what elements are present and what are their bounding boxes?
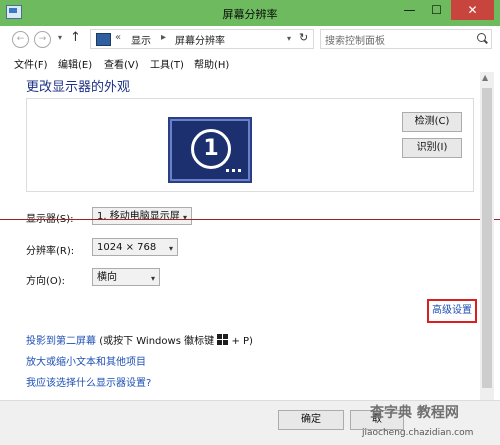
monitor-1-icon[interactable]: 1 [168, 117, 252, 183]
scroll-up-icon[interactable]: ▲ [482, 73, 488, 82]
detect-button[interactable]: 检测(C) [402, 112, 462, 132]
minimize-button[interactable]: — [396, 0, 423, 20]
chevron-down-icon: ▾ [168, 244, 173, 253]
search-icon[interactable] [477, 33, 486, 42]
menu-file[interactable]: 文件(F) [14, 56, 48, 71]
project-second-screen-row: 投影到第二屏幕 (或按下 Windows 徽标键 + P) [26, 332, 253, 347]
chevron-down-icon: ▾ [150, 274, 155, 283]
project-hint-prefix: (或按下 Windows 徽标键 [99, 336, 215, 347]
search-placeholder: 搜索控制面板 [325, 36, 385, 47]
display-select[interactable]: 1. 移动电脑显示屏 ▾ [92, 207, 192, 225]
project-second-screen-link[interactable]: 投影到第二屏幕 [26, 336, 96, 347]
scrollbar-thumb[interactable] [482, 88, 492, 388]
close-button[interactable]: ✕ [451, 0, 494, 20]
menu-edit[interactable]: 编辑(E) [58, 56, 92, 71]
search-input[interactable]: 搜索控制面板 [320, 29, 492, 49]
title-bar: 屏幕分辨率 — ☐ ✕ [0, 0, 500, 26]
up-arrow-icon[interactable]: ↑ [70, 30, 81, 45]
watermark-brand: 查字典 教程网 [370, 405, 459, 421]
screen-resolution-window: 屏幕分辨率 — ☐ ✕ ← → ▾ ↑ « 显示 ▸ 屏幕分辨率 ▾ ↻ 搜索控… [0, 0, 500, 445]
chevron-down-icon: ▾ [182, 213, 187, 222]
ok-button[interactable]: 确定 [278, 410, 344, 430]
menu-bar: 文件(F) 编辑(E) 查看(V) 工具(T) 帮助(H) [8, 54, 492, 71]
text-size-link[interactable]: 放大或缩小文本和其他项目 [26, 353, 146, 368]
breadcrumb-separator[interactable]: ▸ [161, 32, 166, 43]
orientation-select[interactable]: 横向 ▾ [92, 268, 160, 286]
address-dropdown-icon[interactable]: ▾ [287, 34, 291, 43]
site-watermark: 查字典 教程网 jiaocheng.chazidian.com [360, 402, 500, 444]
project-hint-suffix: + P) [231, 336, 253, 347]
page-title: 更改显示器的外观 [26, 80, 131, 95]
menu-view[interactable]: 查看(V) [104, 56, 139, 71]
windows-logo-icon [217, 334, 229, 345]
breadcrumb-screen-resolution[interactable]: 屏幕分辨率 [175, 32, 225, 47]
display-label: 显示器(S): [26, 210, 74, 225]
address-bar[interactable]: « 显示 ▸ 屏幕分辨率 ▾ ↻ [90, 29, 314, 49]
advanced-settings-link[interactable]: 高级设置 [427, 299, 477, 323]
which-settings-link[interactable]: 我应该选择什么显示器设置? [26, 374, 151, 389]
orientation-select-value: 横向 [97, 272, 117, 283]
resolution-label: 分辨率(R): [26, 246, 75, 257]
resolution-select[interactable]: 1024 × 768 ▾ [92, 238, 178, 256]
maximize-button[interactable]: ☐ [423, 0, 450, 20]
display-select-value: 1. 移动电脑显示屏 [97, 211, 180, 222]
forward-arrow-icon[interactable]: → [34, 31, 51, 48]
menu-tools[interactable]: 工具(T) [150, 56, 184, 71]
identify-button[interactable]: 识别(I) [402, 138, 462, 158]
resolution-select-value: 1024 × 768 [97, 242, 157, 253]
watermark-site: jiaocheng.chazidian.com [362, 428, 474, 438]
annotation-line [0, 219, 500, 220]
menu-help[interactable]: 帮助(H) [194, 56, 229, 71]
monitor-number: 1 [191, 129, 231, 169]
recent-pages-dropdown-icon[interactable]: ▾ [58, 33, 62, 42]
breadcrumb-overflow[interactable]: « [115, 32, 121, 43]
monitor-dots [226, 169, 242, 172]
back-arrow-icon[interactable]: ← [12, 31, 29, 48]
monitor-icon [96, 33, 111, 46]
orientation-label: 方向(O): [26, 276, 66, 287]
breadcrumb-display[interactable]: 显示 [131, 32, 151, 47]
refresh-icon[interactable]: ↻ [299, 31, 308, 44]
navigation-bar: ← → ▾ ↑ « 显示 ▸ 屏幕分辨率 ▾ ↻ 搜索控制面板 [8, 26, 492, 52]
